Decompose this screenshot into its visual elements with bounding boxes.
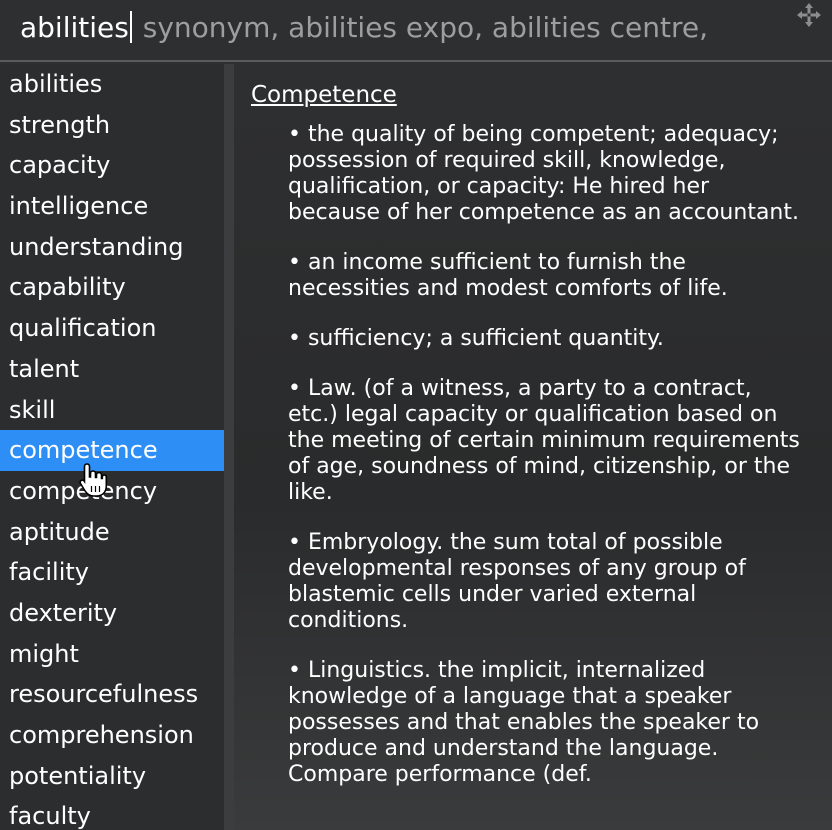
sidebar-item-potentiality[interactable]: potentiality (0, 756, 224, 797)
sidebar-item-aptitude[interactable]: aptitude (0, 512, 224, 553)
definition-heading: Competence (251, 82, 397, 108)
hand-pointer-icon (78, 462, 108, 498)
sidebar-item-intelligence[interactable]: intelligence (0, 186, 224, 227)
sidebar-item-competence[interactable]: competence (0, 430, 224, 471)
search-suggestions[interactable]: synonym, abilities expo, abilities centr… (134, 11, 708, 44)
sidebar-item-faculty[interactable]: faculty (0, 796, 224, 830)
definition-sense: • sufficiency; a sufficient quantity. (288, 326, 664, 351)
sidebar-item-skill[interactable]: skill (0, 390, 224, 431)
sidebar-item-competency[interactable]: competency (0, 471, 224, 512)
definition-sense: • Law. (of a witness, a party to a contr… (288, 376, 800, 505)
sidebar-item-talent[interactable]: talent (0, 349, 224, 390)
pane-divider[interactable] (224, 64, 234, 830)
definition-pane: Competence • the quality of being compet… (234, 64, 832, 830)
definition-sense: • the quality of being competent; adequa… (288, 122, 799, 225)
sidebar-item-capability[interactable]: capability (0, 267, 224, 308)
sidebar-item-abilities[interactable]: abilities (0, 64, 224, 105)
move-arrows-icon[interactable] (796, 2, 822, 28)
sidebar-item-dexterity[interactable]: dexterity (0, 593, 224, 634)
sidebar-item-strength[interactable]: strength (0, 105, 224, 146)
synonym-list: abilities strength capacity intelligence… (0, 64, 224, 830)
search-bar[interactable]: abilities synonym, abilities expo, abili… (0, 0, 832, 62)
sidebar-item-qualification[interactable]: qualification (0, 308, 224, 349)
sidebar-item-capacity[interactable]: capacity (0, 145, 224, 186)
definition-list: • the quality of being competent; adequa… (288, 122, 808, 812)
definition-sense: • an income sufficient to furnish the ne… (288, 250, 728, 301)
sidebar-item-facility[interactable]: facility (0, 552, 224, 593)
sidebar-item-comprehension[interactable]: comprehension (0, 715, 224, 756)
sidebar-item-understanding[interactable]: understanding (0, 227, 224, 268)
sidebar-item-might[interactable]: might (0, 634, 224, 675)
search-query: abilities (20, 11, 129, 44)
sidebar-item-resourcefulness[interactable]: resourcefulness (0, 674, 224, 715)
definition-sense: • Embryology. the sum total of possible … (288, 530, 746, 633)
definition-sense: • Linguistics. the implicit, internalize… (288, 658, 760, 787)
search-input[interactable]: abilities synonym, abilities expo, abili… (20, 6, 780, 50)
dictionary-app: abilities synonym, abilities expo, abili… (0, 0, 832, 830)
text-caret (129, 11, 132, 43)
